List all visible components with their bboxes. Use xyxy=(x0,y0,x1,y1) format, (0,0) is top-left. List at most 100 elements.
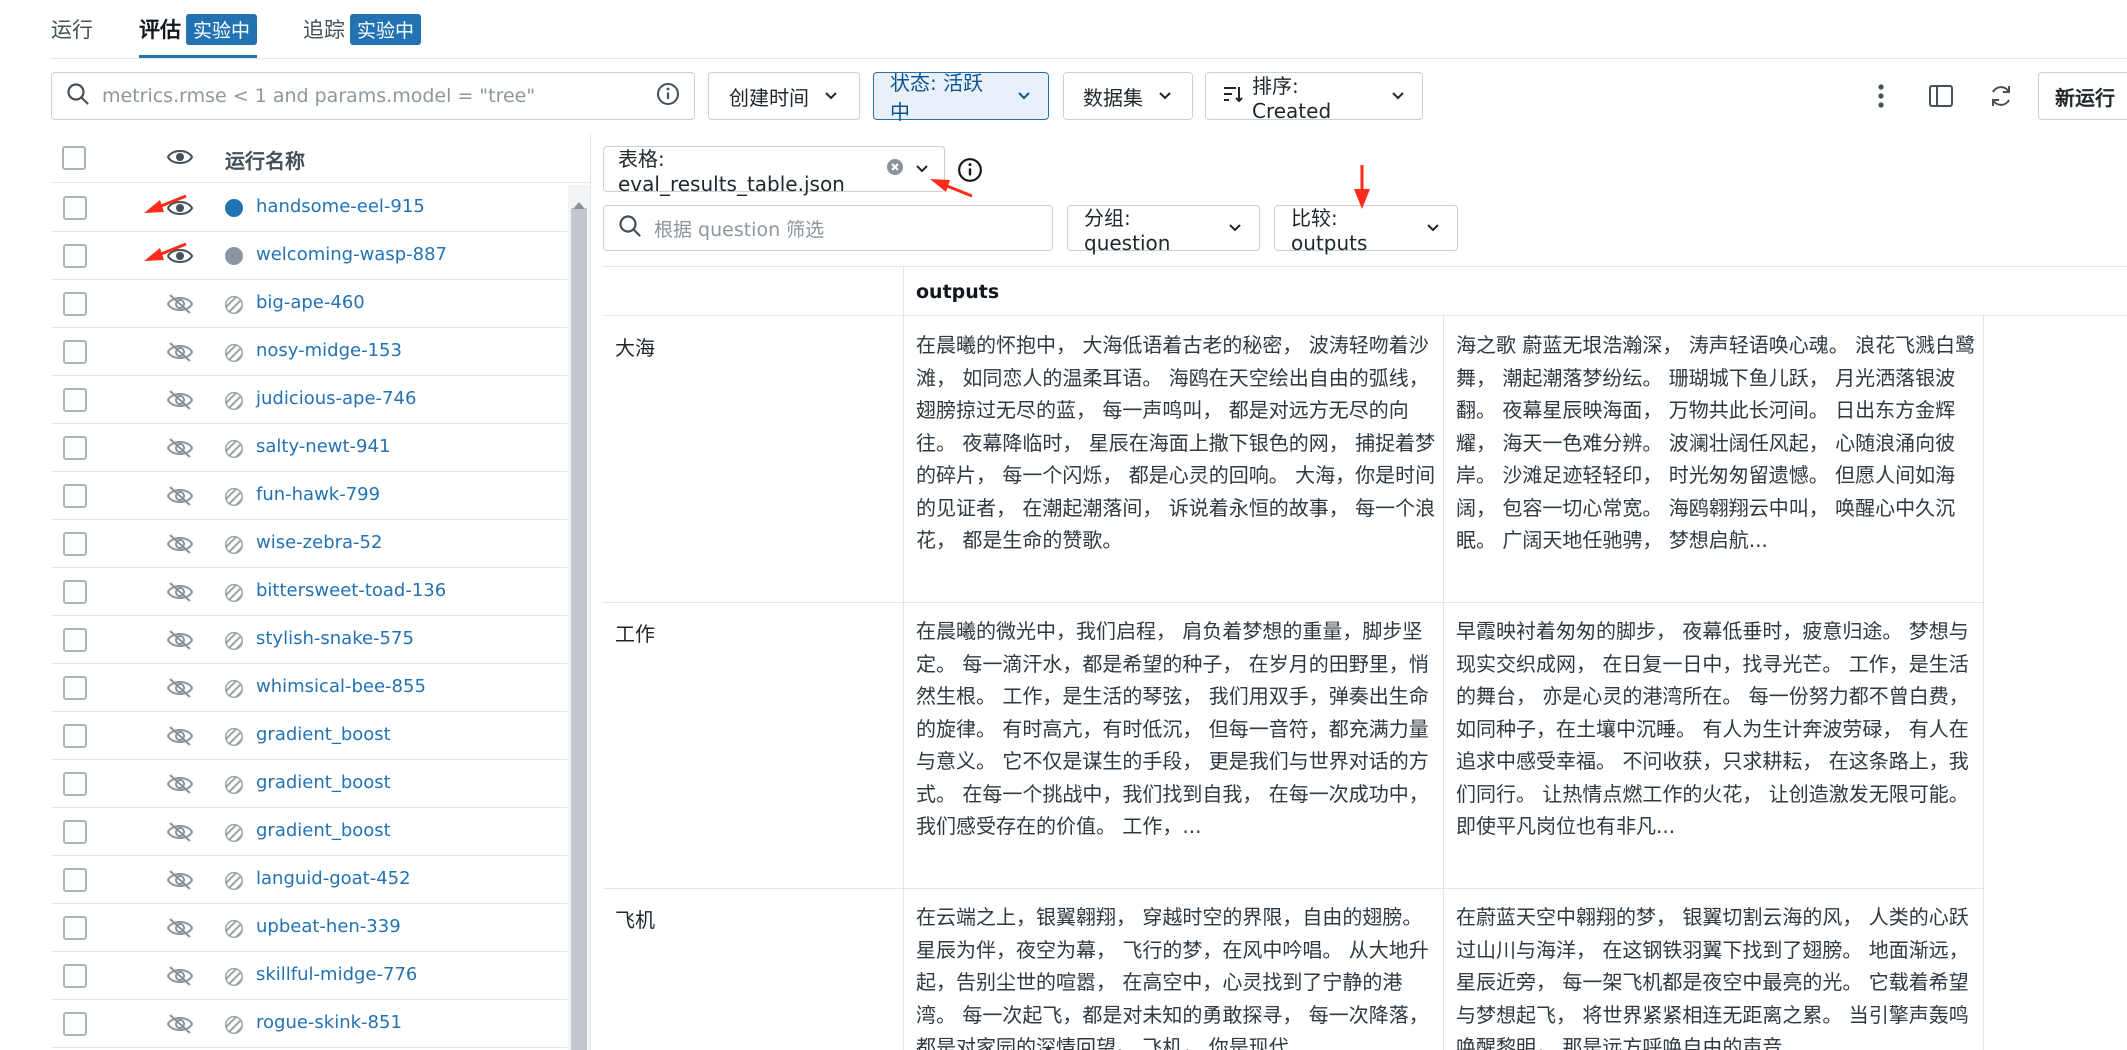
status-filter-dropdown[interactable]: 状态: 活跃中 xyxy=(873,71,1049,124)
eye-off-icon[interactable] xyxy=(166,629,194,656)
run-color-dot[interactable] xyxy=(224,775,244,795)
output-cell[interactable]: 在晨曦的怀抱中， 大海低语着古老的秘密， 波涛轻吻着沙滩， 如同恋人的温柔耳语。… xyxy=(916,329,1436,589)
row-checkbox[interactable] xyxy=(63,244,87,268)
eye-off-icon[interactable] xyxy=(166,437,194,464)
run-name-link[interactable]: bittersweet-toad-136 xyxy=(256,580,446,601)
run-row[interactable]: big-ape-460 xyxy=(51,280,567,328)
run-color-dot[interactable] xyxy=(224,967,244,987)
run-color-dot[interactable] xyxy=(224,727,244,747)
eye-off-icon[interactable] xyxy=(166,821,194,848)
run-name-link[interactable]: nosy-midge-153 xyxy=(256,340,402,361)
run-color-dot[interactable] xyxy=(224,679,244,699)
eye-off-icon[interactable] xyxy=(166,389,194,416)
run-name-link[interactable]: salty-newt-941 xyxy=(256,436,390,457)
row-checkbox[interactable] xyxy=(63,580,87,604)
run-color-dot[interactable] xyxy=(224,391,244,411)
runs-scrollbar-thumb[interactable] xyxy=(571,208,587,1050)
run-row[interactable]: upbeat-hen-339 xyxy=(51,904,567,952)
run-row[interactable]: wise-zebra-52 xyxy=(51,520,567,568)
run-color-dot[interactable] xyxy=(224,487,244,507)
run-row[interactable]: welcoming-wasp-887 xyxy=(51,232,567,280)
row-checkbox[interactable] xyxy=(63,436,87,460)
run-name-link[interactable]: handsome-eel-915 xyxy=(256,196,425,217)
run-name-link[interactable]: gradient_boost xyxy=(256,772,391,793)
row-checkbox[interactable] xyxy=(63,292,87,316)
run-row[interactable]: gradient_boost xyxy=(51,712,567,760)
run-name-link[interactable]: wise-zebra-52 xyxy=(256,532,382,553)
dataset-dropdown[interactable]: 数据集 xyxy=(1063,72,1193,120)
row-checkbox[interactable] xyxy=(63,484,87,508)
run-row[interactable]: rogue-skink-851 xyxy=(51,1000,567,1048)
run-color-dot[interactable] xyxy=(224,295,244,315)
row-checkbox[interactable] xyxy=(63,772,87,796)
row-checkbox[interactable] xyxy=(63,916,87,940)
run-name-link[interactable]: gradient_boost xyxy=(256,724,391,745)
run-name-link[interactable]: judicious-ape-746 xyxy=(256,388,416,409)
output-cell[interactable]: 在云端之上，银翼翱翔， 穿越时空的界限，自由的翅膀。 星辰为伴，夜空为幕， 飞行… xyxy=(916,901,1436,1050)
row-checkbox[interactable] xyxy=(63,1012,87,1036)
run-name-link[interactable]: rogue-skink-851 xyxy=(256,1012,402,1033)
eye-off-icon[interactable] xyxy=(166,773,194,800)
tab-runs[interactable]: 运行 xyxy=(51,0,93,58)
row-checkbox[interactable] xyxy=(63,676,87,700)
refresh-icon[interactable] xyxy=(1987,82,2015,110)
row-checkbox[interactable] xyxy=(63,628,87,652)
table-selector-dropdown[interactable]: 表格: eval_results_table.json xyxy=(603,146,945,196)
group-by-dropdown[interactable]: 分组: question xyxy=(1067,205,1260,255)
row-checkbox[interactable] xyxy=(63,340,87,364)
run-color-dot[interactable] xyxy=(224,631,244,651)
run-color-dot[interactable] xyxy=(224,871,244,891)
eye-off-icon[interactable] xyxy=(166,917,194,944)
output-cell[interactable]: 早霞映衬着匆匆的脚步， 夜幕低垂时，疲意归途。 梦想与现实交织成网， 在日复一日… xyxy=(1456,615,1976,875)
run-name-link[interactable]: gradient_boost xyxy=(256,820,391,841)
created-time-dropdown[interactable]: 创建时间 xyxy=(708,72,860,120)
eye-off-icon[interactable] xyxy=(166,581,194,608)
run-name-link[interactable]: skillful-midge-776 xyxy=(256,964,417,985)
run-color-dot[interactable] xyxy=(224,919,244,939)
eye-icon[interactable] xyxy=(166,146,194,173)
sidebar-toggle-icon[interactable] xyxy=(1927,82,1955,110)
row-checkbox[interactable] xyxy=(63,964,87,988)
sort-dropdown[interactable]: 排序: Created xyxy=(1205,72,1423,123)
run-color-dot[interactable] xyxy=(224,583,244,603)
run-row[interactable]: nosy-midge-153 xyxy=(51,328,567,376)
row-checkbox[interactable] xyxy=(63,196,87,220)
run-color-dot[interactable] xyxy=(224,1015,244,1035)
compare-dropdown[interactable]: 比较: outputs xyxy=(1274,205,1458,255)
more-options-icon[interactable] xyxy=(1867,82,1895,110)
eye-off-icon[interactable] xyxy=(166,533,194,560)
select-all-checkbox[interactable] xyxy=(62,146,86,170)
tab-evaluation[interactable]: 评估 实验中 xyxy=(139,0,258,58)
output-cell[interactable]: 在晨曦的微光中，我们启程， 肩负着梦想的重量，脚步坚定。 每一滴汗水，都是希望的… xyxy=(916,615,1436,875)
run-color-dot[interactable] xyxy=(224,823,244,843)
run-search-input[interactable]: metrics.rmse < 1 and params.model = "tre… xyxy=(51,72,695,120)
run-name-link[interactable]: big-ape-460 xyxy=(256,292,365,313)
row-checkbox[interactable] xyxy=(63,388,87,412)
run-name-link[interactable]: fun-hawk-799 xyxy=(256,484,380,505)
run-row[interactable]: bittersweet-toad-136 xyxy=(51,568,567,616)
row-checkbox[interactable] xyxy=(63,724,87,748)
run-name-column-header[interactable]: 运行名称 xyxy=(225,145,305,174)
panel-divider[interactable] xyxy=(590,133,591,1050)
eye-off-icon[interactable] xyxy=(166,725,194,752)
run-row[interactable]: salty-newt-941 xyxy=(51,424,567,472)
run-row[interactable]: gradient_boost xyxy=(51,808,567,856)
clear-icon[interactable] xyxy=(886,157,904,181)
eye-off-icon[interactable] xyxy=(166,965,194,992)
eye-off-icon[interactable] xyxy=(166,869,194,896)
eye-off-icon[interactable] xyxy=(166,1013,194,1040)
run-row[interactable]: gradient_boost xyxy=(51,760,567,808)
tab-traces[interactable]: 追踪 实验中 xyxy=(303,0,422,58)
output-cell[interactable]: 海之歌 蔚蓝无垠浩瀚深， 涛声轻语唤心魂。 浪花飞溅白鹭舞， 潮起潮落梦纷纭。 … xyxy=(1456,329,1976,589)
run-row[interactable]: whimsical-bee-855 xyxy=(51,664,567,712)
run-name-link[interactable]: stylish-snake-575 xyxy=(256,628,414,649)
run-name-link[interactable]: upbeat-hen-339 xyxy=(256,916,401,937)
run-color-dot[interactable] xyxy=(225,247,243,265)
eye-off-icon[interactable] xyxy=(166,677,194,704)
run-row[interactable]: stylish-snake-575 xyxy=(51,616,567,664)
scroll-up-icon[interactable] xyxy=(572,191,586,215)
eye-off-icon[interactable] xyxy=(166,293,194,320)
run-row[interactable]: handsome-eel-915 xyxy=(51,184,567,232)
row-checkbox[interactable] xyxy=(63,820,87,844)
new-run-button[interactable]: 新运行 xyxy=(2038,72,2127,120)
